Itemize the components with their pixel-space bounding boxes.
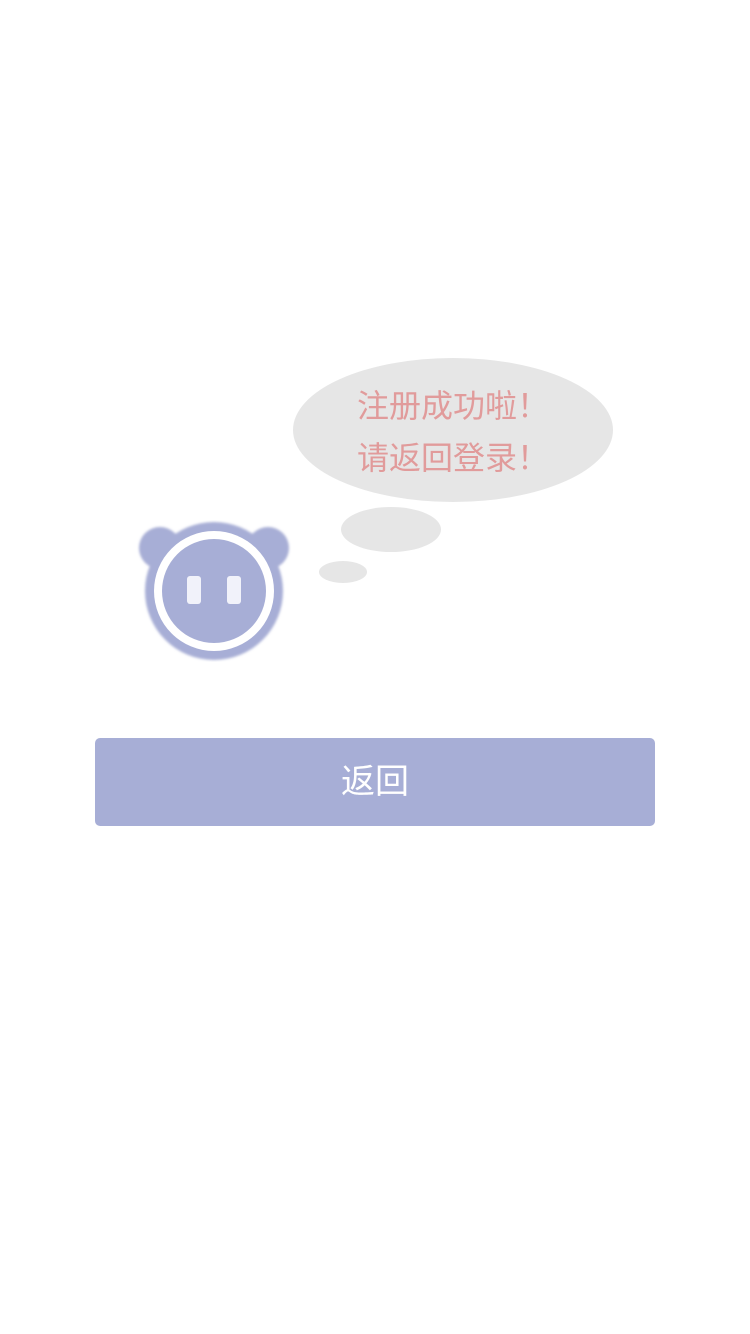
success-message-line-2: 请返回登录！ xyxy=(356,439,549,477)
thought-dot-medium xyxy=(341,507,441,552)
back-button[interactable]: 返回 xyxy=(95,738,655,826)
success-message-line-1: 注册成功啦！ xyxy=(356,387,549,425)
success-message: 注册成功啦！ 请返回登录！ xyxy=(293,380,613,484)
thought-dot-small xyxy=(319,561,367,583)
thought-bubble: 注册成功啦！ 请返回登录！ xyxy=(293,358,613,502)
mascot-icon xyxy=(136,520,292,662)
registration-success-screen: 注册成功啦！ 请返回登录！ 返回 xyxy=(0,0,750,1334)
